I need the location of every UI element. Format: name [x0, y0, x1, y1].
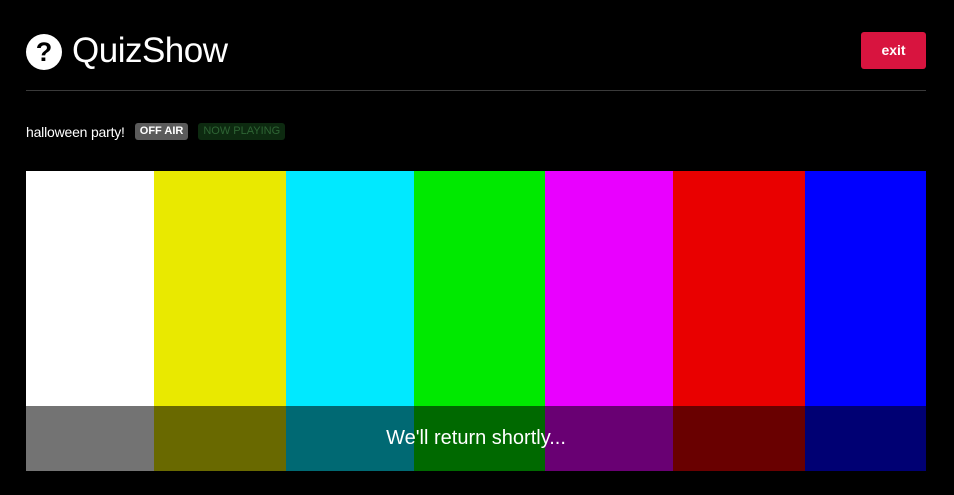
question-mark-icon: ?	[26, 34, 62, 70]
return-message: We'll return shortly...	[386, 427, 566, 449]
app-title: QuizShow	[72, 31, 228, 70]
now-playing-badge: NOW PLAYING	[198, 123, 286, 140]
quizshow-page: ? QuizShow exit halloween party! OFF AIR…	[0, 0, 954, 495]
header-divider	[26, 90, 926, 91]
tv-screen: We'll return shortly...	[26, 171, 926, 471]
header: ? QuizShow exit	[26, 31, 926, 71]
off-air-badge: OFF AIR	[134, 123, 189, 140]
show-status-row: halloween party! OFF AIR NOW PLAYING	[26, 122, 295, 141]
show-name: halloween party!	[26, 123, 125, 140]
exit-button[interactable]: exit	[861, 32, 926, 69]
